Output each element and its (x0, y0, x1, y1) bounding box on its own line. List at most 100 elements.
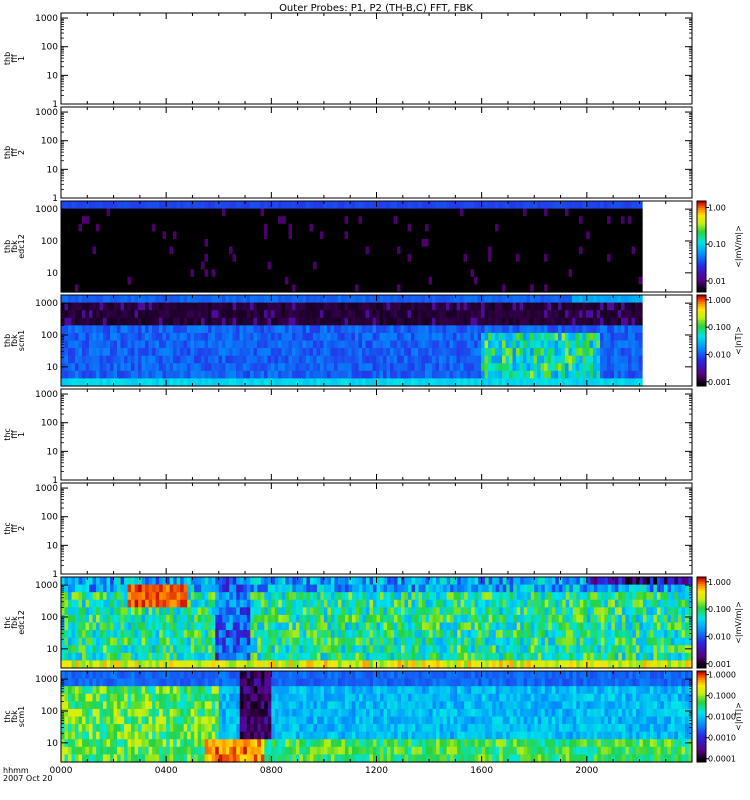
heatmap-cell (400, 276, 405, 286)
heatmap-cell (281, 261, 286, 270)
heatmap-cell (372, 254, 377, 263)
heatmap-cell (313, 370, 318, 380)
heatmap-cell (537, 317, 542, 326)
heatmap-cell (292, 201, 297, 210)
heatmap-cell (397, 340, 402, 349)
heatmap-cell (589, 363, 594, 372)
heatmap-cell (537, 363, 542, 372)
heatmap-cell (610, 317, 615, 326)
heatmap-cell (484, 355, 489, 364)
heatmap-cell (593, 355, 598, 364)
heatmap-cell (638, 363, 643, 372)
heatmap-cell (271, 254, 276, 263)
heatmap-cell (614, 284, 619, 293)
heatmap-cell (432, 355, 437, 364)
heatmap-cell (477, 208, 482, 217)
heatmap-cell (334, 223, 339, 232)
heatmap-cell (96, 317, 101, 326)
heatmap-cell (71, 660, 76, 669)
heatmap-cell (299, 246, 304, 255)
heatmap-cell (355, 378, 360, 387)
heatmap-cell (155, 276, 160, 286)
heatmap-cell (358, 378, 363, 387)
heatmap-cell (253, 302, 258, 311)
heatmap-cell (134, 310, 139, 319)
heatmap-cell (117, 246, 122, 255)
heatmap-cell (614, 269, 619, 278)
heatmap-cell (607, 370, 612, 380)
heatmap-cell (187, 208, 192, 217)
heatmap-cell (316, 231, 321, 240)
heatmap-cell (61, 378, 66, 387)
heatmap-cell (190, 370, 195, 380)
heatmap-cell (117, 254, 122, 263)
heatmap-cell (425, 302, 430, 311)
heatmap-cell (78, 614, 83, 624)
heatmap-cell (449, 269, 454, 278)
heatmap-cell (376, 246, 381, 255)
heatmap-cell (302, 302, 307, 311)
heatmap-cell (397, 332, 402, 342)
heatmap-cell (64, 325, 69, 334)
heatmap-cell (498, 378, 503, 387)
heatmap-cell (460, 231, 465, 240)
heatmap-cell (222, 325, 227, 334)
heatmap-cell (71, 584, 76, 593)
heatmap-cell (183, 325, 188, 334)
heatmap-cell (215, 276, 220, 286)
heatmap-cell (120, 378, 125, 387)
heatmap-cell (117, 284, 122, 293)
heatmap-cell (348, 254, 353, 263)
heatmap-cell (393, 216, 398, 225)
heatmap-cell (201, 201, 206, 210)
heatmap-cell (463, 295, 468, 304)
heatmap-cell (113, 201, 118, 210)
heatmap-cell (463, 231, 468, 240)
heatmap-cell (292, 370, 297, 380)
heatmap-cell (435, 208, 440, 217)
heatmap-cell (169, 284, 174, 293)
heatmap-cell (85, 599, 90, 608)
heatmap-cell (316, 363, 321, 372)
heatmap-cell (162, 276, 167, 286)
heatmap-cell (386, 254, 391, 263)
heatmap-cell (484, 254, 489, 263)
heatmap-cell (288, 269, 293, 278)
heatmap-cell (229, 231, 234, 240)
heatmap-cell (404, 223, 409, 232)
heatmap-cell (593, 246, 598, 255)
heatmap-cell (187, 254, 192, 263)
heatmap-cell (243, 310, 248, 319)
heatmap-cell (138, 246, 143, 255)
heatmap-cell (78, 317, 83, 326)
heatmap-cell (638, 208, 643, 217)
heatmap-cell (120, 295, 125, 304)
heatmap-cell (138, 340, 143, 349)
heatmap-cell (103, 302, 108, 311)
heatmap-cell (236, 355, 241, 364)
heatmap-cell (418, 254, 423, 263)
heatmap-cell (435, 254, 440, 263)
heatmap-cell (348, 238, 353, 248)
heatmap-cell (386, 348, 391, 357)
heatmap-cell (197, 269, 202, 278)
heatmap-cell (225, 261, 230, 270)
heatmap-cell (173, 223, 178, 232)
heatmap-cell (292, 363, 297, 372)
heatmap-cell (82, 201, 87, 210)
heatmap-cell (558, 310, 563, 319)
heatmap-cell (512, 231, 517, 240)
heatmap-cell (411, 261, 416, 270)
heatmap-cell (96, 340, 101, 349)
heatmap-cell (145, 238, 150, 248)
heatmap-cell (337, 340, 342, 349)
heatmap-cell (512, 269, 517, 278)
heatmap-cell (215, 246, 220, 255)
heatmap-cell (271, 208, 276, 217)
heatmap-cell (572, 302, 577, 311)
heatmap-cell (131, 317, 136, 326)
heatmap-cell (103, 622, 108, 631)
heatmap-cell (568, 378, 573, 387)
heatmap-cell (593, 348, 598, 357)
heatmap-cell (138, 317, 143, 326)
